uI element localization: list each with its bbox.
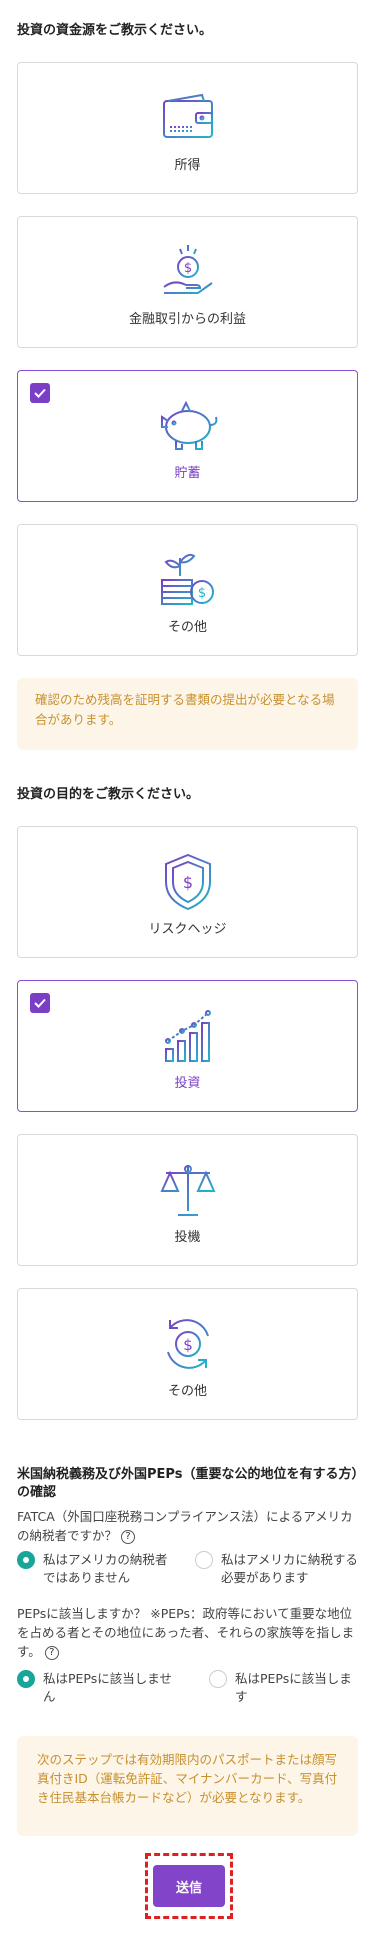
radio-selected-icon[interactable] (17, 1551, 35, 1569)
option-label: その他 (167, 1384, 207, 1399)
piggy-bank-icon (18, 397, 357, 455)
scales-icon (18, 1161, 357, 1219)
fatca-option-us-taxpayer[interactable]: 私はアメリカに納税する必要があります (195, 1551, 360, 1587)
option-label: 投機 (174, 1230, 201, 1245)
purpose-option-risk-hedge[interactable]: $ リスクヘッジ (17, 826, 358, 958)
svg-text:$: $ (183, 261, 191, 276)
funding-option-other[interactable]: $ その他 (17, 524, 358, 656)
option-label: リスクヘッジ (148, 922, 227, 937)
purpose-option-other[interactable]: $ その他 (17, 1288, 358, 1420)
wallet-icon (18, 89, 357, 147)
option-label: その他 (167, 620, 207, 635)
svg-text:$: $ (182, 873, 192, 892)
radio-label: 私はPEPsに該当しません (43, 1671, 172, 1704)
peps-question: PEPsに該当しますか？ ※PEPs：政府等において重要な地位を占める者とその地… (17, 1604, 362, 1661)
submit-highlight: 送信 (145, 1853, 233, 1919)
help-icon[interactable]: ? (44, 1645, 59, 1660)
fatca-question-text: FATCA（外国口座税務コンプライアンス法）によるアメリカの納税者ですか？ (17, 1509, 353, 1543)
fatca-question: FATCA（外国口座税務コンプライアンス法）によるアメリカの納税者ですか？? (17, 1507, 362, 1545)
help-icon[interactable]: ? (121, 1529, 136, 1544)
coin-hand-icon: $ (18, 243, 357, 301)
purpose-option-speculation[interactable]: 投機 (17, 1134, 358, 1266)
option-label: 貯蓄 (174, 466, 201, 481)
svg-text:$: $ (183, 1336, 193, 1354)
option-label: 投資 (174, 1076, 201, 1091)
fatca-option-not-us-taxpayer[interactable]: 私はアメリカの納税者ではありません (17, 1551, 177, 1587)
peps-option-applicable[interactable]: 私はPEPsに該当します (209, 1670, 359, 1706)
radio-unselected-icon[interactable] (195, 1551, 213, 1569)
radio-unselected-icon[interactable] (209, 1670, 227, 1688)
purpose-option-investment[interactable]: 投資 (17, 980, 358, 1112)
id-requirement-notice: 次のステップでは有効期限内のパスポートまたは顔写真付きID（運転免許証、マイナン… (17, 1736, 358, 1836)
option-label: 金融取引からの利益 (128, 312, 246, 327)
cycle-dollar-icon: $ (18, 1315, 357, 1373)
option-label: 所得 (174, 158, 201, 173)
radio-label: 私はアメリカの納税者ではありません (43, 1552, 168, 1585)
shield-dollar-icon: $ (18, 853, 357, 911)
funding-option-trading-profit[interactable]: $ 金融取引からの利益 (17, 216, 358, 348)
funding-notice: 確認のため残高を証明する書類の提出が必要となる場合があります。 (17, 678, 358, 750)
tax-heading: 米国納税義務及び外国PEPs（重要な公的地位を有する方）の確認 (17, 1467, 358, 1500)
radio-selected-icon[interactable] (17, 1670, 35, 1688)
funding-option-income[interactable]: 所得 (17, 62, 358, 194)
funding-option-savings[interactable]: 貯蓄 (17, 370, 358, 502)
growth-chart-icon (18, 1007, 357, 1065)
fatca-radio-group: 私はアメリカの納税者ではありません 私はアメリカに納税する必要があります (17, 1551, 362, 1591)
peps-option-not-applicable[interactable]: 私はPEPsに該当しません (17, 1670, 177, 1706)
radio-label: 私はアメリカに納税する必要があります (221, 1552, 358, 1585)
peps-question-text: PEPsに該当しますか？ ※PEPs：政府等において重要な地位を占める者とその地… (17, 1606, 355, 1659)
peps-radio-group: 私はPEPsに該当しません 私はPEPsに該当します (17, 1670, 362, 1710)
submit-button[interactable]: 送信 (153, 1865, 225, 1907)
svg-text:$: $ (197, 586, 205, 601)
radio-label: 私はPEPsに該当します (235, 1671, 352, 1704)
plant-coin-icon: $ (18, 551, 357, 609)
purpose-heading: 投資の目的をご教示ください。 (17, 787, 200, 802)
funding-heading: 投資の資金源をご教示ください。 (17, 23, 213, 38)
